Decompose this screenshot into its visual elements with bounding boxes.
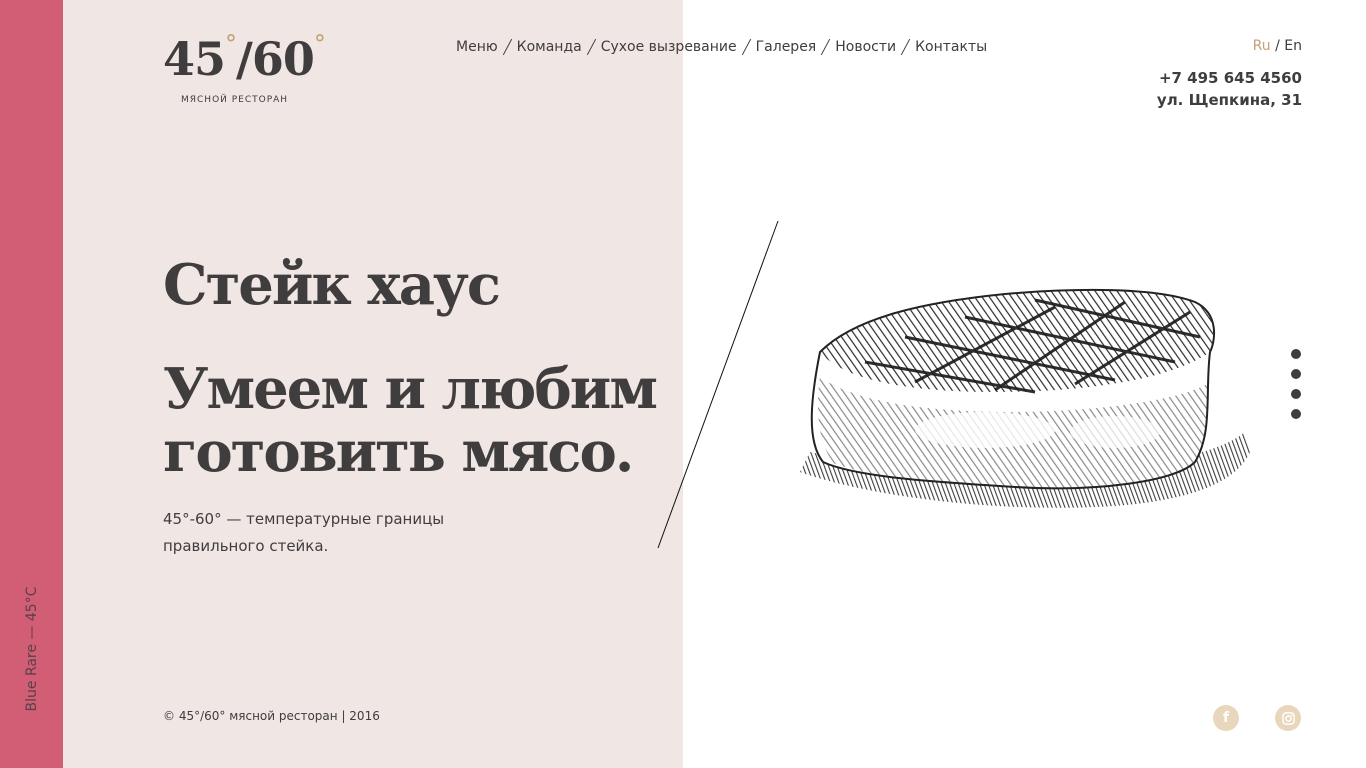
slider-pagination bbox=[1291, 349, 1301, 429]
slider-dot[interactable] bbox=[1291, 349, 1301, 359]
slider-dot[interactable] bbox=[1291, 409, 1301, 419]
slider-dot[interactable] bbox=[1291, 369, 1301, 379]
instagram-icon[interactable] bbox=[1275, 705, 1301, 731]
steak-illustration bbox=[800, 288, 1250, 508]
facebook-icon[interactable]: f bbox=[1213, 705, 1239, 731]
slider-dot[interactable] bbox=[1291, 389, 1301, 399]
